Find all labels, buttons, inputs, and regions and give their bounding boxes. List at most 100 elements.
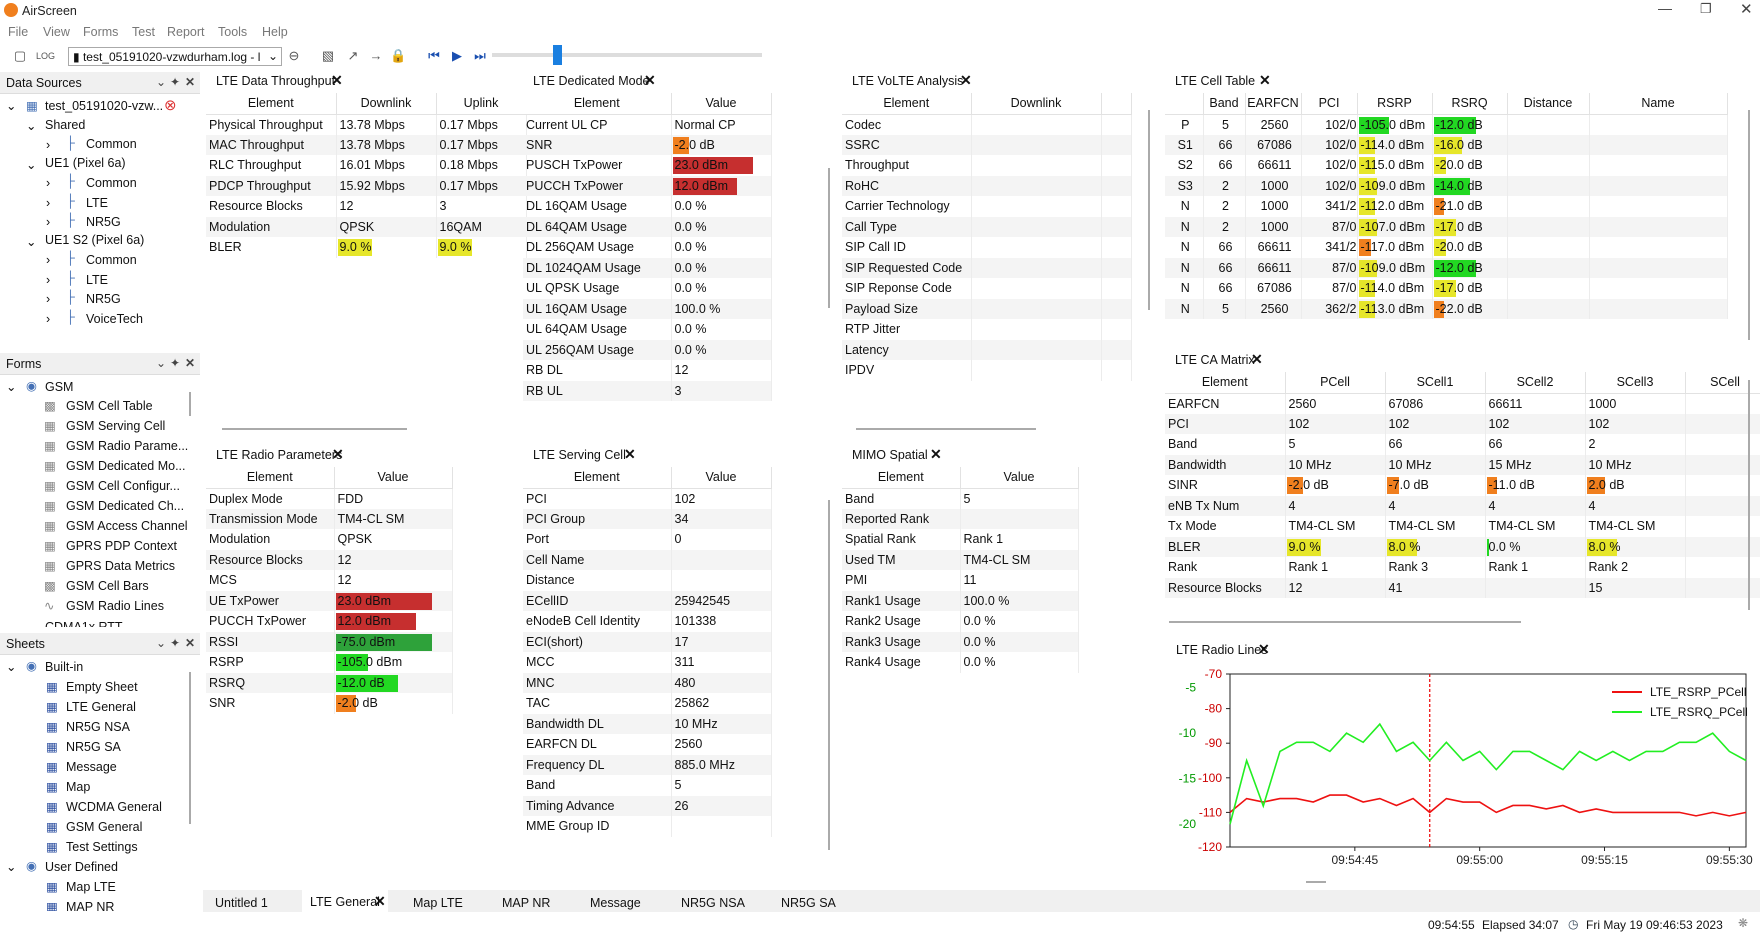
lock-icon[interactable]: 🔒 <box>390 48 406 64</box>
table-row[interactable]: S1 66 67086 102/0 -114.0 dBm -16.0 dB <box>1165 134 1728 155</box>
expand-icon[interactable]: ⌄ <box>26 157 36 172</box>
skip-back-icon[interactable]: ⏮ <box>426 48 442 64</box>
table-row[interactable]: Port 0 <box>523 529 772 550</box>
expand-icon[interactable]: › <box>46 312 50 326</box>
serving-cell-tab[interactable]: LTE Serving Cell ✕ <box>523 443 654 467</box>
table-row[interactable]: SNR -2.0 dB <box>206 693 453 714</box>
form-item[interactable]: GSM Cell Table <box>66 399 153 413</box>
column-header[interactable]: SCell1 <box>1385 372 1486 394</box>
tree-node-common[interactable]: Common <box>86 253 137 267</box>
close-panel-icon[interactable]: ✕ <box>185 75 195 89</box>
tree-node-ue1[interactable]: UE1 (Pixel 6a) <box>45 156 126 170</box>
expand-icon[interactable]: ⌄ <box>6 619 16 627</box>
menu-report[interactable]: Report <box>167 25 205 39</box>
column-header[interactable]: PCell <box>1285 372 1386 394</box>
form-item[interactable]: GPRS Data Metrics <box>66 559 175 573</box>
expand-icon[interactable]: › <box>46 273 50 287</box>
table-row[interactable]: MAC Throughput 13.78 Mbps 0.17 Mbps <box>206 134 527 155</box>
table-row[interactable]: PUSCH TxPower 23.0 dBm <box>523 155 772 176</box>
table-row[interactable]: Tx Mode TM4-CL SM TM4-CL SM TM4-CL SM TM4-CL… <box>1165 516 1760 537</box>
form-item[interactable]: GSM Dedicated Ch... <box>66 499 184 513</box>
table-row[interactable]: DL 16QAM Usage 0.0 % <box>523 196 772 217</box>
tree-node-lte[interactable]: LTE <box>86 196 108 210</box>
table-row[interactable]: Rank3 Usage 0.0 % <box>842 631 1079 652</box>
ca-matrix-tab[interactable]: LTE CA Matrix ✕ <box>1165 348 1281 372</box>
sheet-item[interactable]: MAP NR <box>66 900 114 911</box>
column-header[interactable] <box>1165 93 1204 115</box>
volte-scrollbar[interactable] <box>856 428 1036 430</box>
table-row[interactable]: DL 256QAM Usage 0.0 % <box>523 237 772 258</box>
arrow-right-icon[interactable]: → <box>368 48 384 64</box>
serving-scrollbar[interactable] <box>828 500 830 850</box>
table-row[interactable]: Used TM TM4-CL SM <box>842 549 1079 570</box>
close-tab-icon[interactable]: ✕ <box>960 72 972 89</box>
expand-icon[interactable]: ⌄ <box>26 234 36 249</box>
form-item[interactable]: GSM Cell Bars <box>66 579 149 593</box>
tree-node-common[interactable]: Common <box>86 137 137 151</box>
table-row[interactable]: SSRC <box>842 134 1132 155</box>
table-row[interactable]: RB UL 3 <box>523 380 772 401</box>
menu-file[interactable]: File <box>8 25 28 39</box>
select-icon[interactable]: ▢ <box>12 48 28 64</box>
table-row[interactable]: MCS 12 <box>206 570 453 591</box>
table-row[interactable]: Duplex Mode FDD <box>206 488 453 509</box>
table-row[interactable]: EARFCN 2560 67086 66611 1000 <box>1165 393 1760 414</box>
table-row[interactable]: Spatial Rank Rank 1 <box>842 529 1079 550</box>
table-row[interactable]: Latency <box>842 339 1132 360</box>
form-item[interactable]: GSM Access Channel <box>66 519 188 533</box>
table-row[interactable]: Transmission Mode TM4-CL SM <box>206 508 453 529</box>
tree-node-nr5g[interactable]: NR5G <box>86 215 121 229</box>
table-row[interactable]: N 66 66611 341/2 -117.0 dBm -20.0 dB <box>1165 237 1728 258</box>
column-header[interactable]: PCI <box>1301 93 1358 115</box>
column-header[interactable]: SCell2 <box>1485 372 1586 394</box>
radio-lines-tab[interactable]: LTE Radio Lines ✕ <box>1166 638 1286 662</box>
sheet-item[interactable]: Map <box>66 780 90 794</box>
column-header[interactable]: RSRQ <box>1432 93 1508 115</box>
table-row[interactable]: Timing Advance 26 <box>523 795 772 816</box>
table-row[interactable]: Cell Name <box>523 549 772 570</box>
remove-icon[interactable]: ⊗ <box>164 96 177 114</box>
expand-icon[interactable]: ⌄ <box>6 659 16 674</box>
table-row[interactable]: DL 1024QAM Usage 0.0 % <box>523 257 772 278</box>
data-throughput-tab[interactable]: LTE Data Throughput ✕ <box>206 69 361 93</box>
log-icon[interactable]: LOG <box>36 48 55 64</box>
column-header[interactable]: Downlink <box>336 93 437 115</box>
export-icon[interactable]: ↗ <box>345 48 361 64</box>
form-item[interactable]: GSM Dedicated Mo... <box>66 459 186 473</box>
tree-node-gsm[interactable]: GSM <box>45 380 73 394</box>
table-row[interactable]: PCI 102 102 102 102 <box>1165 413 1760 434</box>
table-row[interactable]: EARFCN DL 2560 <box>523 734 772 755</box>
tree-node-builtin[interactable]: Built-in <box>45 660 83 674</box>
menu-tools[interactable]: Tools <box>218 25 247 39</box>
volte-analysis-tab[interactable]: LTE VoLTE Analysis ✕ <box>842 69 990 93</box>
table-row[interactable]: N 66 66611 87/0 -109.0 dBm -12.0 dB <box>1165 257 1728 278</box>
table-row[interactable]: RoHC <box>842 175 1132 196</box>
dedicated-scrollbar[interactable] <box>828 168 830 308</box>
table-row[interactable]: RSRP -105.0 dBm <box>206 652 453 673</box>
playback-slider-handle[interactable] <box>553 45 562 65</box>
form-item[interactable]: GSM Radio Parame... <box>66 439 188 453</box>
close-tab-icon[interactable]: ✕ <box>331 72 343 89</box>
close-tab-icon[interactable]: ✕ <box>624 446 636 463</box>
table-row[interactable]: Physical Throughput 13.78 Mbps 0.17 Mbps <box>206 114 527 135</box>
column-header[interactable]: Element <box>1165 372 1286 394</box>
close-tab-icon[interactable]: ✕ <box>644 72 656 89</box>
table-row[interactable]: UL 16QAM Usage 100.0 % <box>523 298 772 319</box>
expand-icon[interactable]: ⌄ <box>6 859 16 874</box>
expand-icon[interactable]: › <box>46 253 50 267</box>
form-item[interactable]: GPRS PDP Context <box>66 539 177 553</box>
sheet-item[interactable]: Empty Sheet <box>66 680 138 694</box>
table-row[interactable]: Band 5 <box>842 488 1079 509</box>
menu-view[interactable]: View <box>43 25 70 39</box>
sheet-tab[interactable]: Message <box>590 896 641 910</box>
close-panel-icon[interactable]: ✕ <box>185 356 195 370</box>
table-row[interactable]: ECellID 25942545 <box>523 590 772 611</box>
close-tab-icon[interactable]: ✕ <box>332 446 344 463</box>
sheet-item[interactable]: GSM General <box>66 820 142 834</box>
expand-icon[interactable]: › <box>46 138 50 152</box>
table-row[interactable]: MCC 311 <box>523 652 772 673</box>
close-tab-icon[interactable]: ✕ <box>1258 641 1270 658</box>
dropdown-icon[interactable]: ⌄ <box>156 75 166 89</box>
table-row[interactable]: Rank Rank 1 Rank 3 Rank 1 Rank 2 <box>1165 557 1760 578</box>
pin-icon[interactable]: ✦ <box>170 75 180 89</box>
